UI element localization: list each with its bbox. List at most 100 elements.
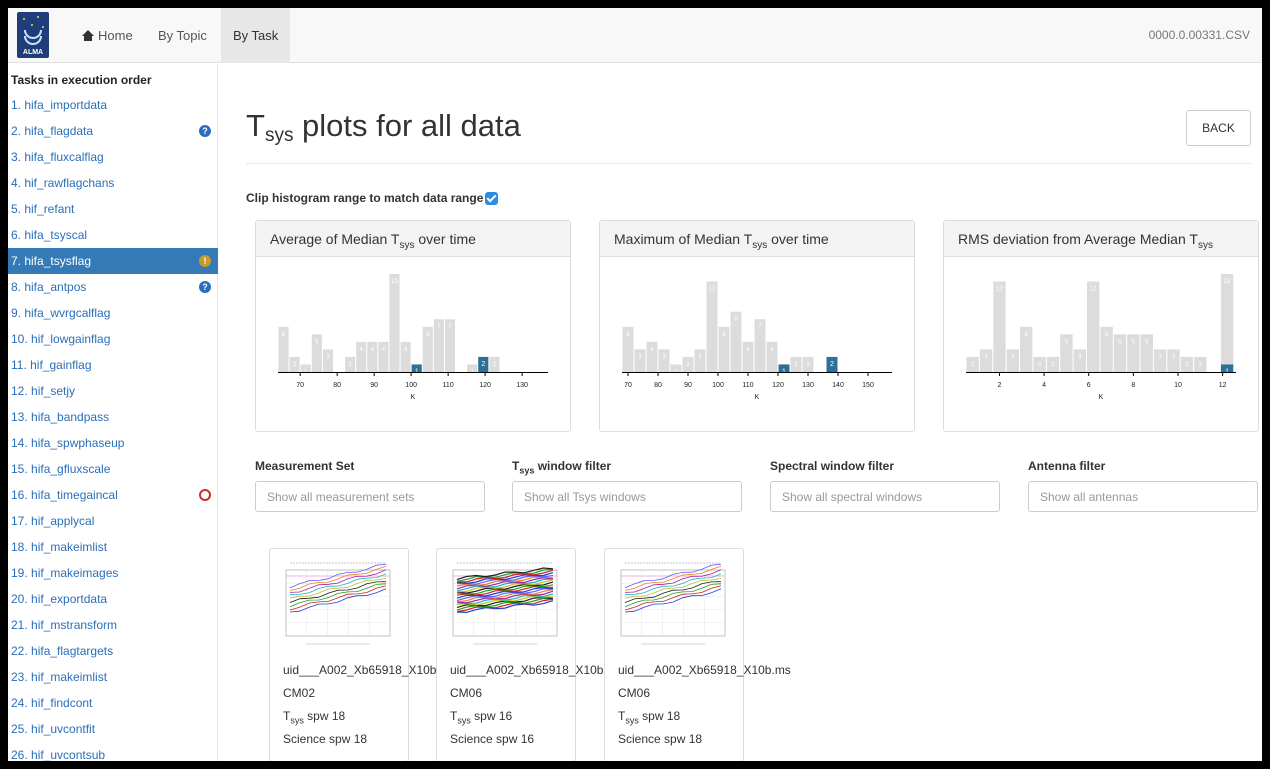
sidebar-task-item[interactable]: 8. hifa_antpos? <box>8 274 218 300</box>
sidebar-task-item[interactable]: 24. hif_findcont <box>8 690 218 716</box>
x-tick-label: 130 <box>516 382 528 389</box>
sidebar-task-item[interactable]: 19. hif_makeimages <box>8 560 218 586</box>
x-tick-label: 8 <box>1131 382 1135 389</box>
sidebar-task-item[interactable]: 26. hif_uvcontsub <box>8 742 218 761</box>
x-tick-label: 2 <box>998 382 1002 389</box>
histogram-rms[interactable]: 2312362 2531265 5 53 32 21312 4 6 8 10 12K <box>944 258 1258 430</box>
sidebar-task-item[interactable]: 7. hifa_tsysflag! <box>8 248 218 274</box>
bar-count-label: 12 <box>709 287 716 293</box>
sidebar-task-item[interactable]: 23. hif_makeimlist <box>8 664 218 690</box>
sidebar-task-item[interactable]: 6. hifa_tsyscal <box>8 222 218 248</box>
x-tick-label: 80 <box>333 382 341 389</box>
page-title: Tsys plots for all data <box>246 108 521 147</box>
nav-by-topic[interactable]: By Topic <box>146 8 219 63</box>
spectral-window-filter-label: Spectral window filter <box>770 459 894 473</box>
sidebar-task-item[interactable]: 15. hifa_gfluxscale <box>8 456 218 482</box>
tsys-plot-image[interactable] <box>276 554 400 650</box>
x-tick-label: 10 <box>1174 382 1182 389</box>
histogram-panel-rms: RMS deviation from Average Median Tsys 2… <box>943 220 1259 432</box>
bar-count-label: 13 <box>1224 279 1231 285</box>
thumb-antenna: CM06 <box>618 686 651 700</box>
antenna-filter[interactable] <box>1028 481 1258 512</box>
sidebar-task-item[interactable]: 14. hifa_spwphaseup <box>8 430 218 456</box>
error-icon <box>199 489 211 501</box>
thumb-science-spw: Science spw 18 <box>283 732 368 746</box>
x-tick-label: 100 <box>405 382 417 389</box>
nav-home[interactable]: Home <box>70 8 145 63</box>
bar-count-label: 13 <box>391 279 398 285</box>
panel-title-text: over time <box>414 231 476 247</box>
plot-thumbnail[interactable]: uid___A002_Xb65918_X10b.ms CM06 Tsys spw… <box>604 548 791 761</box>
sidebar-task-label: 25. hif_uvcontfit <box>11 722 96 736</box>
spectral-window-filter[interactable] <box>770 481 1000 512</box>
sidebar-task-label: 20. hif_exportdata <box>11 592 108 606</box>
sidebar-task-item[interactable]: 4. hif_rawflagchans <box>8 170 218 196</box>
sidebar-task-item[interactable]: 21. hif_mstransform <box>8 612 218 638</box>
tsys-window-filter[interactable] <box>512 481 742 512</box>
clip-range-option[interactable]: Clip histogram range to match data range <box>246 191 499 205</box>
sidebar-task-item[interactable]: 5. hif_refant <box>8 196 218 222</box>
sidebar-task-item[interactable]: 20. hif_exportdata <box>8 586 218 612</box>
sidebar-task-item[interactable]: 25. hif_uvcontfit <box>8 716 218 742</box>
sidebar-task-label: 11. hif_gainflag <box>11 358 92 372</box>
histogram-maximum[interactable]: 6343123126847412221270809010011012013014… <box>600 258 914 430</box>
plot-thumbnail[interactable]: uid___A002_Xb65918_X10b CM06 Tsys spw 16… <box>436 548 603 761</box>
histogram-bar <box>1220 274 1234 372</box>
sidebar-task-item[interactable]: 10. hif_lowgainflag <box>8 326 218 352</box>
histogram-bar <box>1073 349 1086 372</box>
sidebar-task-label: 21. hif_mstransform <box>11 618 118 632</box>
x-tick-label: 120 <box>772 382 784 389</box>
sidebar-task-item[interactable]: 13. hifa_bandpass <box>8 404 218 430</box>
sidebar-task-label: 26. hif_uvcontsub <box>11 748 106 761</box>
sidebar-task-item[interactable]: 1. hifa_importdata <box>8 92 218 118</box>
x-tick-label: 6 <box>1087 382 1091 389</box>
histogram-bar <box>993 281 1006 372</box>
x-tick-label: 70 <box>296 382 304 389</box>
sidebar-task-label: 10. hif_lowgainflag <box>11 332 111 346</box>
tsys-window-filter-label: Tsys window filter <box>512 459 611 475</box>
x-tick-label: 140 <box>832 382 844 389</box>
sidebar-task-item[interactable]: 11. hif_gainflag <box>8 352 218 378</box>
sidebar-task-item[interactable]: 17. hif_applycal <box>8 508 218 534</box>
alma-logo[interactable]: ALMA <box>17 12 49 58</box>
tsys-plot-image[interactable] <box>611 554 735 650</box>
selected-count-label: 1 <box>782 368 786 375</box>
sidebar-task-label: 13. hifa_bandpass <box>11 410 110 424</box>
measurement-set-filter[interactable] <box>255 481 485 512</box>
sidebar-task-item[interactable]: 18. hif_makeimlist <box>8 534 218 560</box>
sidebar-task-label: 1. hifa_importdata <box>11 98 108 112</box>
histogram-bar <box>389 274 400 372</box>
tsys-plot-image[interactable] <box>443 554 567 650</box>
back-button[interactable]: BACK <box>1186 110 1251 146</box>
antenna-filter-label: Antenna filter <box>1028 459 1105 473</box>
histogram-bar <box>634 349 646 372</box>
page-title-t: T <box>246 108 265 143</box>
histogram-panel-average: Average of Median Tsys over time 6215324… <box>255 220 571 432</box>
sidebar-task-label: 3. hifa_fluxcalflag <box>11 150 104 164</box>
x-tick-label: 100 <box>712 382 724 389</box>
sidebar-task-item[interactable]: 22. hifa_flagtargets <box>8 638 218 664</box>
x-axis-label: K <box>755 394 760 401</box>
bar-count-label: 12 <box>1090 287 1097 293</box>
thumb-tsys-spw: Tsys spw 18 <box>283 709 345 725</box>
x-tick-label: 70 <box>624 382 632 389</box>
sidebar-task-item[interactable]: 3. hifa_fluxcalflag <box>8 144 218 170</box>
page-title-sub: sys <box>264 125 294 146</box>
clip-range-checkbox[interactable] <box>485 192 499 205</box>
sidebar-task-item[interactable]: 16. hifa_timegaincal <box>8 482 218 508</box>
sidebar-task-item[interactable]: 9. hifa_wvrgcalflag <box>8 300 218 326</box>
logo-text: ALMA <box>22 49 44 56</box>
panel-title: Maximum of Median Tsys over time <box>600 221 914 257</box>
sidebar-task-item[interactable]: 2. hifa_flagdata? <box>8 118 218 144</box>
thumb-ms-name: uid___A002_Xb65918_X10b <box>283 663 437 677</box>
filter-label-text: Spectral window filter <box>770 459 895 473</box>
thumb-science-spw: Science spw 18 <box>618 732 703 746</box>
sidebar-task-label: 2. hifa_flagdata <box>11 124 94 138</box>
histogram-average[interactable]: 621532444134167712212708090100110120130K <box>256 258 570 430</box>
panel-title-text: Average of Median T <box>270 231 400 247</box>
nav-by-task[interactable]: By Task <box>221 8 291 63</box>
plot-thumbnail[interactable]: uid___A002_Xb65918_X10b CM02 Tsys spw 18… <box>269 548 436 761</box>
histogram-bar <box>322 349 333 372</box>
sidebar-task-item[interactable]: 12. hif_setjy <box>8 378 218 404</box>
selected-count-label: 1 <box>415 368 419 375</box>
